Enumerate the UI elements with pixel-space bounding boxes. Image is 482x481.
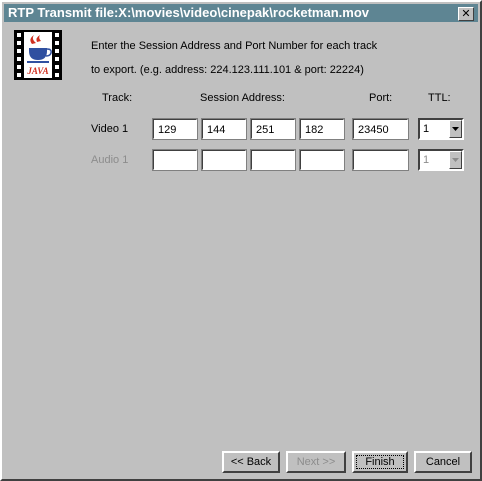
back-button[interactable]: << Back [222, 451, 280, 473]
close-button[interactable]: ✕ [458, 7, 474, 21]
audio-address-octet-3 [250, 149, 296, 171]
video-address-octet-3[interactable]: 251 [250, 118, 296, 140]
track-label-audio: Audio 1 [91, 154, 129, 166]
ttl-header: TTL: [428, 92, 451, 104]
intro-line-1: Enter the Session Address and Port Numbe… [91, 40, 378, 52]
video-address-octet-4[interactable]: 182 [299, 118, 345, 140]
port-header: Port: [369, 92, 393, 104]
java-film-strip-icon: JAVA [14, 30, 62, 80]
audio-address-octet-2 [201, 149, 247, 171]
svg-text:JAVA: JAVA [26, 66, 48, 76]
audio-address-octet-4 [299, 149, 345, 171]
intro-line-2: to export. (e.g. address: 224.123.111.10… [91, 64, 364, 76]
next-button: Next >> [286, 451, 346, 473]
track-header: Track: [102, 92, 133, 104]
audio-port-field [352, 149, 409, 171]
audio-ttl-select: 1 [418, 149, 464, 171]
chevron-down-icon[interactable] [449, 120, 462, 138]
finish-button[interactable]: Finish [352, 451, 408, 473]
chevron-down-icon [449, 151, 462, 169]
video-port-field[interactable]: 23450 [352, 118, 409, 140]
video-ttl-select[interactable]: 1 [418, 118, 464, 140]
title-bar[interactable]: RTP Transmit file:X:\movies\video\cinepa… [4, 4, 478, 22]
cancel-button[interactable]: Cancel [414, 451, 472, 473]
audio-address-octet-1 [152, 149, 198, 171]
video-address-octet-2[interactable]: 144 [201, 118, 247, 140]
session-address-header: Session Address: [200, 92, 285, 104]
track-label-video: Video 1 [91, 123, 129, 135]
video-address-octet-1[interactable]: 129 [152, 118, 198, 140]
video-ttl-value: 1 [423, 123, 430, 135]
audio-ttl-value: 1 [423, 154, 430, 166]
window-title: RTP Transmit file:X:\movies\video\cinepa… [8, 5, 369, 20]
